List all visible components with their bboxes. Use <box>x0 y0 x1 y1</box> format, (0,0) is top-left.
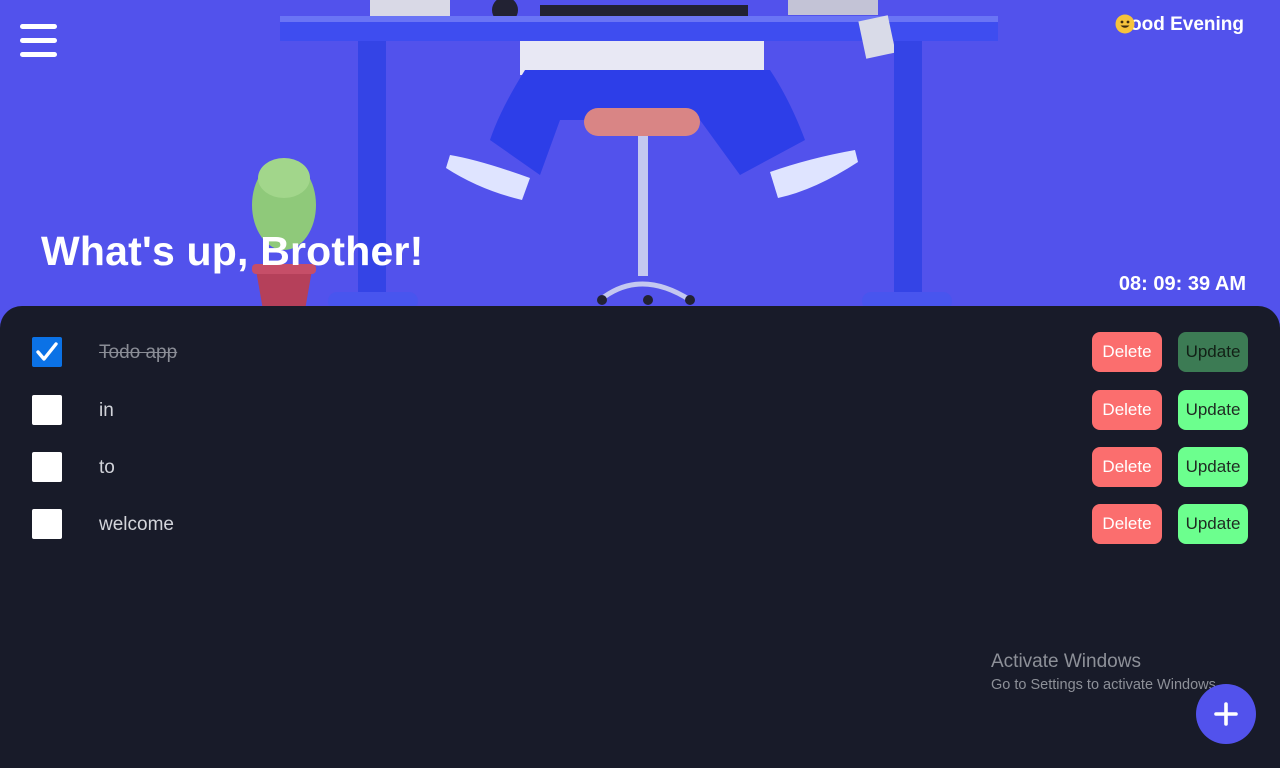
checkmark-icon <box>36 342 58 361</box>
update-button[interactable]: Update <box>1178 447 1248 487</box>
greeting: Good Evening <box>1115 14 1244 36</box>
delete-button[interactable]: Delete <box>1092 504 1162 544</box>
windows-activation-watermark: Activate Windows Go to Settings to activ… <box>991 651 1220 693</box>
update-button[interactable]: Update <box>1178 332 1248 372</box>
hamburger-menu-bar <box>20 52 57 57</box>
todo-text: welcome <box>99 514 174 535</box>
todo-checkbox[interactable] <box>32 395 62 425</box>
add-todo-button[interactable] <box>1196 684 1256 744</box>
todo-panel: Todo app Delete Update in Delete Update … <box>0 306 1280 768</box>
todo-row: in Delete Update <box>0 390 1280 430</box>
todo-row: Todo app Delete Update <box>0 332 1280 372</box>
hamburger-menu-bar <box>20 38 57 43</box>
watermark-subtitle: Go to Settings to activate Windows. <box>991 677 1220 693</box>
hero-banner: Good Evening What's up, Brother! 08: 09:… <box>0 0 1280 320</box>
delete-button[interactable]: Delete <box>1092 447 1162 487</box>
update-button[interactable]: Update <box>1178 504 1248 544</box>
todo-checkbox[interactable] <box>32 509 62 539</box>
hamburger-menu-icon <box>20 24 57 29</box>
grinning-face-icon <box>1115 14 1135 34</box>
todo-checkbox[interactable] <box>32 337 62 367</box>
plus-icon <box>1214 702 1238 726</box>
todo-checkbox[interactable] <box>32 452 62 482</box>
delete-button[interactable]: Delete <box>1092 390 1162 430</box>
todo-text: to <box>99 457 115 478</box>
clock: 08: 09: 39 AM <box>1118 273 1246 295</box>
todo-row: to Delete Update <box>0 447 1280 487</box>
todo-row: welcome Delete Update <box>0 504 1280 544</box>
watermark-title: Activate Windows <box>991 651 1141 672</box>
todo-text: Todo app <box>99 342 178 363</box>
menu-button[interactable] <box>20 24 58 58</box>
update-button[interactable]: Update <box>1178 390 1248 430</box>
delete-button[interactable]: Delete <box>1092 332 1162 372</box>
page-headline: What's up, Brother! <box>41 228 424 274</box>
todo-text: in <box>99 400 114 421</box>
